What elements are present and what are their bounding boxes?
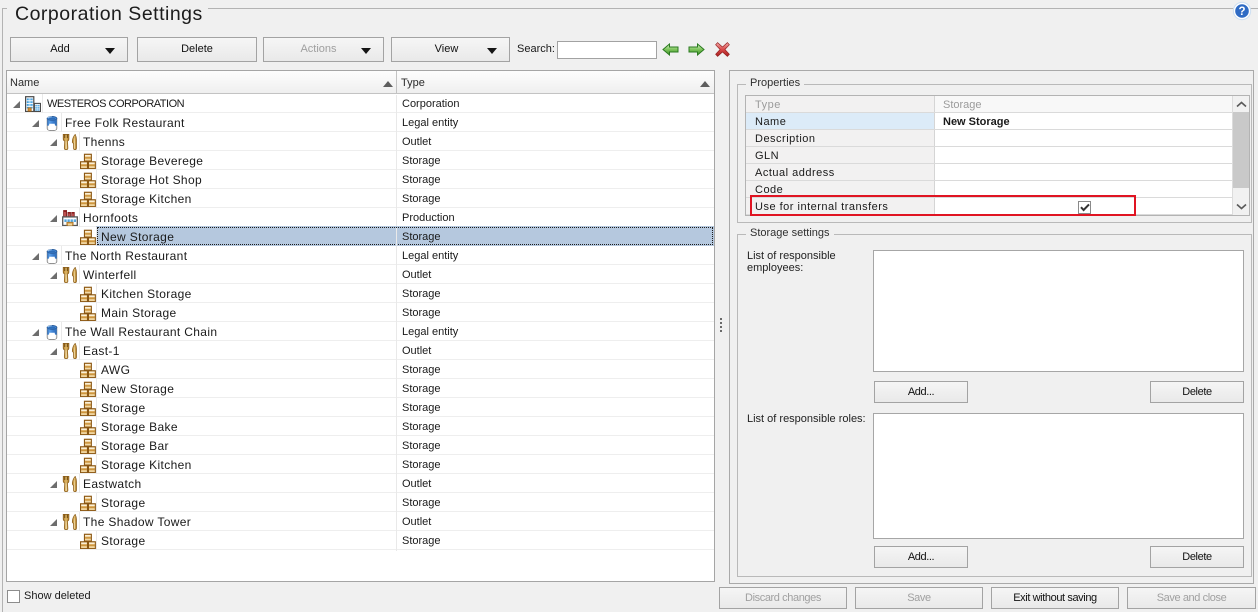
svg-text:?: ? xyxy=(1238,6,1245,18)
